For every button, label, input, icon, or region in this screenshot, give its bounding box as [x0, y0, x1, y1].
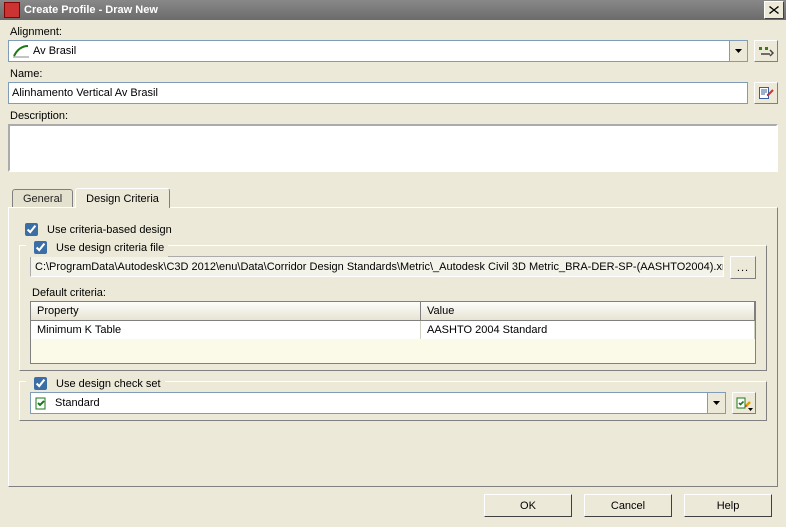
cell-property: Minimum K Table	[31, 321, 421, 339]
tab-design-criteria[interactable]: Design Criteria	[75, 188, 170, 208]
pick-alignment-button[interactable]	[754, 40, 778, 62]
use-design-criteria-file-checkbox[interactable]	[34, 241, 47, 254]
use-design-check-set-label: Use design check set	[56, 378, 161, 390]
grid-filler	[31, 339, 755, 363]
pick-alignment-icon	[758, 44, 774, 58]
default-criteria-label: Default criteria:	[32, 287, 756, 299]
chevron-down-icon	[748, 408, 753, 411]
ok-button[interactable]: OK	[484, 494, 572, 517]
default-criteria-grid: Property Value Minimum K Table AASHTO 20…	[30, 301, 756, 364]
table-row[interactable]: Minimum K Table AASHTO 2004 Standard	[31, 321, 755, 339]
design-check-set-group: Use design check set Standard	[19, 381, 767, 421]
design-criteria-file-group: Use design criteria file C:\ProgramData\…	[19, 245, 767, 371]
close-icon	[769, 6, 779, 14]
use-criteria-based-design-row[interactable]: Use criteria-based design	[21, 220, 767, 239]
chevron-down-icon	[729, 41, 747, 61]
name-label: Name:	[10, 68, 778, 80]
tabstrip: General Design Criteria	[8, 187, 778, 207]
tab-general[interactable]: General	[12, 189, 73, 208]
description-label: Description:	[10, 110, 778, 122]
dialog-footer: OK Cancel Help	[484, 494, 772, 517]
use-criteria-based-design-label: Use criteria-based design	[47, 224, 172, 236]
grid-header: Property Value	[31, 302, 755, 321]
check-set-edit-icon	[736, 396, 752, 410]
app-icon	[4, 2, 20, 18]
check-set-edit-button[interactable]	[732, 392, 756, 414]
cancel-button[interactable]: Cancel	[584, 494, 672, 517]
chevron-down-icon	[707, 393, 725, 413]
browse-criteria-file-button[interactable]: ...	[730, 256, 756, 279]
titlebar: Create Profile - Draw New	[0, 0, 786, 20]
name-template-icon	[758, 86, 774, 100]
window-title: Create Profile - Draw New	[24, 4, 158, 16]
col-property: Property	[31, 302, 421, 320]
help-button[interactable]: Help	[684, 494, 772, 517]
name-input[interactable]	[8, 82, 748, 104]
col-value: Value	[421, 302, 755, 320]
tab-panel-design-criteria: Use criteria-based design Use design cri…	[8, 207, 778, 487]
name-template-button[interactable]	[754, 82, 778, 104]
close-button[interactable]	[764, 1, 784, 19]
description-input[interactable]	[8, 124, 778, 172]
alignment-combo[interactable]: Av Brasil	[8, 40, 748, 62]
check-set-combo[interactable]: Standard	[30, 392, 726, 414]
criteria-file-path: C:\ProgramData\Autodesk\C3D 2012\enu\Dat…	[30, 256, 724, 277]
use-design-check-set-checkbox[interactable]	[34, 377, 47, 390]
use-design-criteria-file-label: Use design criteria file	[56, 242, 164, 254]
alignment-icon	[13, 44, 29, 58]
alignment-label: Alignment:	[10, 26, 778, 38]
cell-value: AASHTO 2004 Standard	[421, 321, 755, 339]
check-set-icon	[35, 396, 51, 410]
alignment-value: Av Brasil	[33, 45, 76, 57]
use-criteria-based-design-checkbox[interactable]	[25, 223, 38, 236]
check-set-value: Standard	[55, 397, 100, 409]
